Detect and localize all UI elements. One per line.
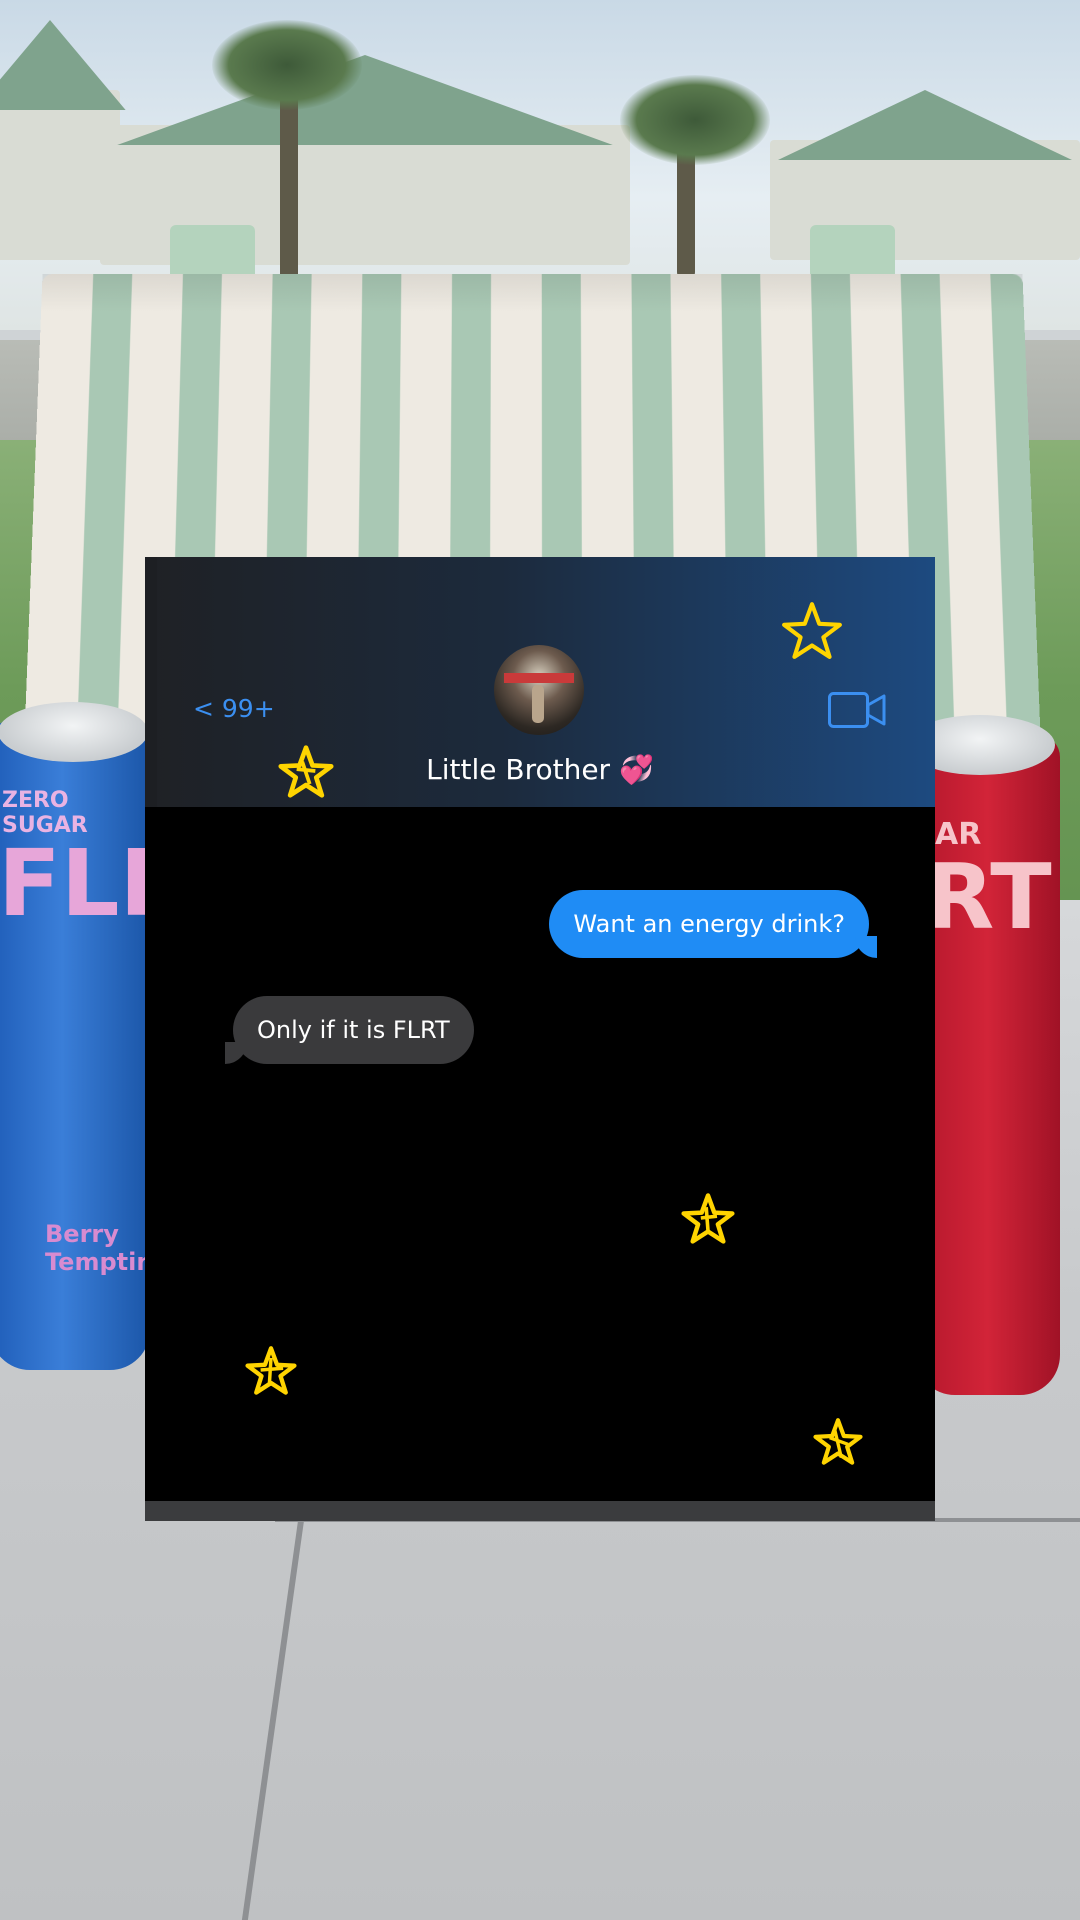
can-top <box>0 702 148 762</box>
bubble-tail <box>225 1042 247 1064</box>
can-brand: RT <box>925 845 1052 950</box>
avatar-photo-detail <box>504 673 574 683</box>
star-icon <box>782 602 842 659</box>
star-icon <box>278 745 334 798</box>
star-icon <box>245 1346 297 1395</box>
two-hearts-emoji: 💞 <box>618 753 654 786</box>
contact-avatar[interactable] <box>494 645 584 735</box>
blue-drink-can: ZERO SUGAR FLRT Berry Tempting <box>0 702 249 1370</box>
conversation-header: < 99+ Little Brother 💞 <box>145 557 935 807</box>
can-flavor: Berry Tempting <box>45 1220 171 1276</box>
received-message-bubble[interactable]: Only if it is FLRT <box>225 996 474 1064</box>
sent-message-bubble[interactable]: Want an energy drink? <box>549 890 877 958</box>
avatar-photo-figure <box>532 685 544 723</box>
star-icon <box>813 1418 863 1465</box>
palm-tree-crown <box>212 20 362 110</box>
message-screenshot: < 99+ Little Brother 💞 Want an energy dr… <box>145 557 935 1521</box>
contact-name[interactable]: Little Brother 💞 <box>145 753 935 786</box>
message-text: Only if it is FLRT <box>257 1016 450 1044</box>
palm-tree-crown <box>620 75 770 165</box>
back-button[interactable]: < 99+ <box>193 694 275 723</box>
screenshot-bottom-bar <box>145 1501 935 1521</box>
message-text: Want an energy drink? <box>573 910 845 938</box>
message-list: Want an energy drink? Only if it is FLRT <box>145 807 935 1507</box>
bubble-tail <box>855 936 877 958</box>
video-camera-icon[interactable] <box>828 692 886 728</box>
red-drink-can: AR RT <box>905 715 1060 1395</box>
star-icon <box>681 1193 735 1244</box>
contact-name-text: Little Brother <box>426 753 611 786</box>
